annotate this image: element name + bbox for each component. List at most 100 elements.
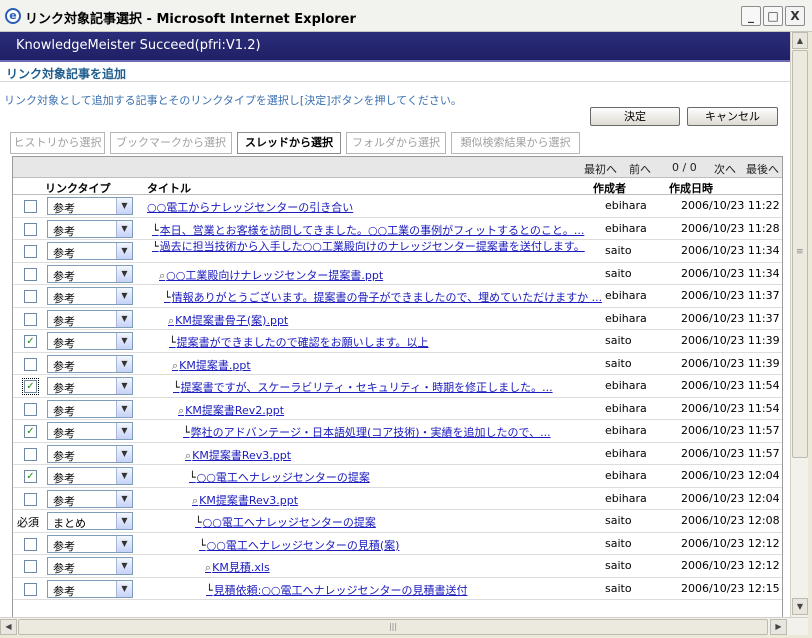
- row-checkbox[interactable]: [24, 357, 37, 371]
- chevron-down-icon[interactable]: ▼: [116, 468, 132, 484]
- link-type-select[interactable]: 参考 ▼: [47, 242, 133, 260]
- row-checkbox[interactable]: [24, 402, 37, 416]
- article-title-link[interactable]: ⌕KM見積.xls: [205, 559, 653, 575]
- pager-last[interactable]: 最後へ: [746, 161, 779, 177]
- article-title-link[interactable]: └提案書ですが、スケーラビリティ・セキュリティ・時期を修正しました。...: [173, 379, 621, 395]
- col-author: 作成者: [593, 182, 626, 195]
- chevron-down-icon[interactable]: ▼: [116, 198, 132, 214]
- horizontal-scrollbar[interactable]: ◀ ||| ▶: [0, 617, 808, 635]
- chevron-down-icon[interactable]: ▼: [116, 400, 132, 417]
- article-title-link[interactable]: ⌕KM提案書Rev2.ppt: [178, 402, 626, 418]
- tab-bookmark[interactable]: ブックマークから選択: [110, 132, 232, 154]
- article-title-link[interactable]: └弊社のアドバンテージ・日本語処理(コア技術)・実績を追加したので、...: [183, 424, 631, 440]
- article-title-link[interactable]: └提案書ができましたので確認をお願いします。以上: [169, 334, 617, 350]
- row-checkbox[interactable]: [24, 447, 37, 461]
- article-title-link[interactable]: └見積依頼:○○電工へナレッジセンターの見積書送付: [206, 582, 654, 598]
- chevron-down-icon[interactable]: ▼: [116, 378, 132, 394]
- row-checkbox[interactable]: [24, 537, 37, 551]
- tab-history[interactable]: ヒストリから選択: [10, 132, 105, 154]
- close-button[interactable]: X: [785, 6, 805, 26]
- row-checkbox[interactable]: [24, 222, 37, 236]
- tab-folder[interactable]: フォルダから選択: [346, 132, 446, 154]
- link-type-select[interactable]: 参考 ▼: [47, 309, 133, 328]
- chevron-down-icon[interactable]: ▼: [116, 265, 132, 282]
- chevron-down-icon[interactable]: ▼: [116, 243, 132, 259]
- link-type-select[interactable]: 参考 ▼: [47, 422, 133, 440]
- tab-similar-search[interactable]: 類似検索結果から選択: [451, 132, 580, 154]
- tab-thread[interactable]: スレッドから選択: [237, 132, 341, 154]
- pager-first[interactable]: 最初へ: [584, 161, 617, 177]
- row-checkbox[interactable]: [24, 560, 37, 573]
- link-type-select[interactable]: まとめ ▼: [47, 512, 133, 530]
- link-type-select[interactable]: 参考 ▼: [47, 489, 133, 508]
- link-type-select[interactable]: 参考 ▼: [47, 399, 133, 418]
- article-title-link[interactable]: ⌕KM提案書骨子(案).ppt: [168, 312, 616, 328]
- article-title-link[interactable]: └過去に担当技術から入手した○○工業殿向けのナレッジセンター提案書を送付します。: [152, 241, 600, 263]
- article-title-link[interactable]: ⌕KM提案書Rev3.ppt: [185, 447, 633, 463]
- link-type-select[interactable]: 参考 ▼: [47, 534, 133, 553]
- ok-button[interactable]: 決定: [590, 107, 680, 126]
- article-title-link[interactable]: └○○電工へナレッジセンターの見積(案): [199, 537, 647, 553]
- row-checkbox[interactable]: [24, 312, 37, 326]
- row-checkbox[interactable]: ✓: [24, 425, 37, 438]
- scroll-up-icon[interactable]: ▲: [792, 32, 808, 49]
- chevron-down-icon[interactable]: ▼: [116, 288, 132, 304]
- link-type-select[interactable]: 参考 ▼: [47, 444, 133, 463]
- row-checkbox[interactable]: ✓: [24, 470, 37, 483]
- pager-prev[interactable]: 前へ: [629, 161, 651, 177]
- chevron-down-icon[interactable]: ▼: [116, 558, 132, 574]
- link-type-select[interactable]: 参考 ▼: [47, 197, 133, 215]
- row-checkbox[interactable]: ✓: [24, 335, 37, 348]
- article-title-link[interactable]: └○○電工へナレッジセンターの提案: [195, 514, 643, 530]
- row-checkbox[interactable]: ✓: [22, 378, 39, 395]
- chevron-down-icon[interactable]: ▼: [116, 490, 132, 507]
- article-title-link[interactable]: ⌕○○工業殿向けナレッジセンター提案書.ppt: [159, 267, 607, 283]
- chevron-down-icon[interactable]: ▼: [116, 535, 132, 552]
- chevron-down-icon[interactable]: ▼: [116, 333, 132, 349]
- article-title-link[interactable]: └○○電工へナレッジセンターの提案: [189, 469, 637, 485]
- horizontal-scroll-thumb[interactable]: |||: [18, 619, 768, 635]
- scroll-right-icon[interactable]: ▶: [770, 619, 787, 635]
- row-checkbox[interactable]: [24, 200, 37, 213]
- vertical-scroll-thumb[interactable]: ≡: [792, 50, 808, 458]
- scroll-left-icon[interactable]: ◀: [0, 619, 17, 635]
- article-title-link[interactable]: ⌕KM提案書.ppt: [172, 357, 620, 373]
- link-type-select[interactable]: 参考 ▼: [47, 354, 133, 373]
- chevron-down-icon[interactable]: ▼: [116, 220, 132, 237]
- article-title-link[interactable]: └情報ありがとうございます。提案書の骨子ができましたので、埋めていただけますか …: [164, 289, 612, 305]
- date-cell: 2006/10/23 11:28: [681, 221, 780, 235]
- cancel-button[interactable]: キャンセル: [687, 107, 778, 126]
- row-checkbox[interactable]: [24, 267, 37, 281]
- date-cell: 2006/10/23 12:12: [681, 559, 780, 572]
- link-type-select[interactable]: 参考 ▼: [47, 332, 133, 350]
- link-type-select[interactable]: 参考 ▼: [47, 557, 133, 575]
- row-checkbox[interactable]: [24, 582, 37, 596]
- article-title-link[interactable]: └本日、営業とお客様を訪問してきました。○○工業の事例がフィットするとのこと。.…: [152, 222, 600, 238]
- chevron-down-icon[interactable]: ▼: [116, 513, 132, 529]
- article-title-link[interactable]: ○○電工からナレッジセンターの引き合い: [147, 199, 595, 215]
- link-type-select[interactable]: 参考 ▼: [47, 377, 133, 395]
- chevron-down-icon[interactable]: ▼: [116, 445, 132, 462]
- link-type-select[interactable]: 参考 ▼: [47, 219, 133, 238]
- chevron-down-icon[interactable]: ▼: [116, 423, 132, 439]
- window-titlebar[interactable]: e リンク対象記事選択 - Microsoft Internet Explore…: [0, 0, 812, 32]
- author-cell: saito: [605, 514, 632, 527]
- maximize-button[interactable]: □: [763, 6, 783, 26]
- scroll-down-icon[interactable]: ▼: [792, 598, 808, 615]
- link-type-select[interactable]: 参考 ▼: [47, 287, 133, 305]
- minimize-button[interactable]: _: [741, 6, 761, 26]
- row-checkbox[interactable]: [24, 290, 37, 303]
- row-checkbox[interactable]: [24, 245, 37, 258]
- row-checkbox[interactable]: [24, 492, 37, 506]
- chevron-down-icon[interactable]: ▼: [116, 355, 132, 372]
- link-type-select[interactable]: 参考 ▼: [47, 467, 133, 485]
- pager-next[interactable]: 次へ: [714, 161, 736, 177]
- link-type-select[interactable]: 参考 ▼: [47, 579, 133, 598]
- link-type-select[interactable]: 参考 ▼: [47, 264, 133, 283]
- chevron-down-icon[interactable]: ▼: [116, 580, 132, 597]
- vertical-scrollbar[interactable]: ▲ ≡ ▼: [790, 32, 808, 617]
- window-title: リンク対象記事選択 - Microsoft Internet Explorer: [25, 12, 356, 27]
- article-title-link[interactable]: ⌕KM提案書Rev3.ppt: [192, 492, 640, 508]
- pager: 最初へ 前へ 0 / 0 次へ 最後へ: [13, 157, 782, 178]
- chevron-down-icon[interactable]: ▼: [116, 310, 132, 327]
